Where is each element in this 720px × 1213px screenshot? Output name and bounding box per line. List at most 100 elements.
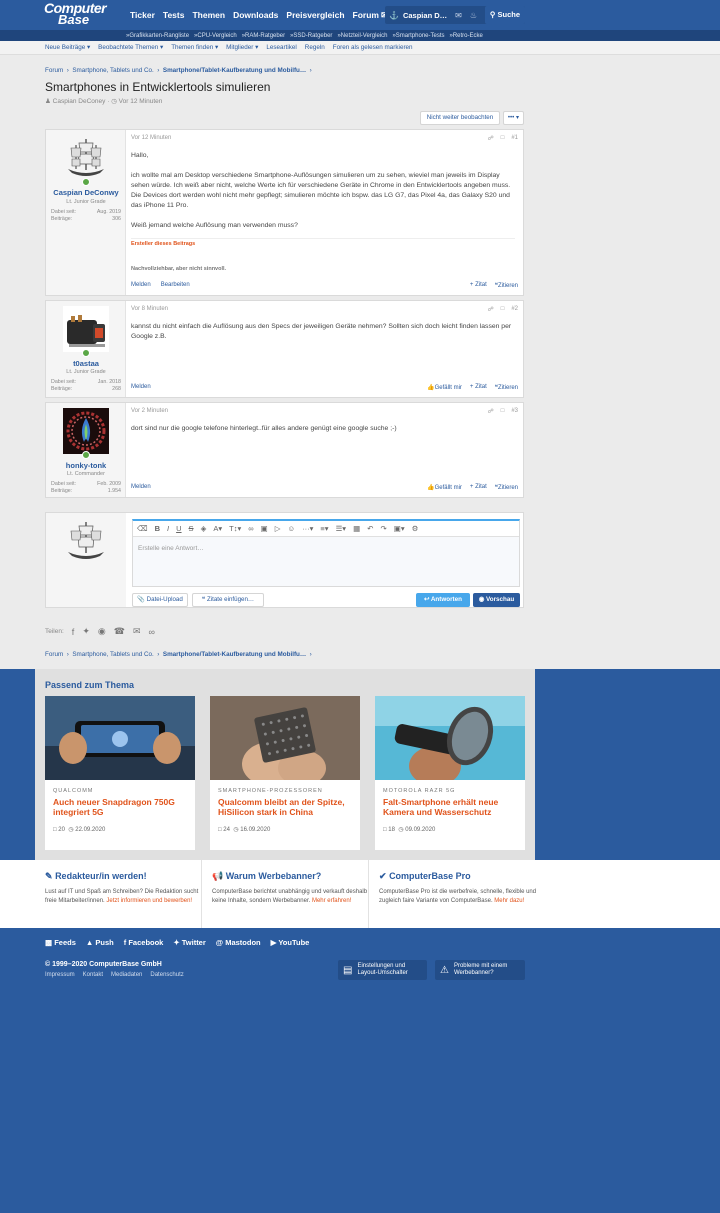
ship-avatar[interactable] bbox=[63, 135, 109, 181]
user-avatar-icon[interactable]: ⚓ bbox=[385, 11, 399, 20]
strikethrough-icon[interactable]: S bbox=[189, 524, 194, 533]
promo-pro-title[interactable]: ✔ ComputerBase Pro bbox=[379, 871, 471, 882]
post-1-username[interactable]: Caspian DeConwy bbox=[46, 188, 126, 197]
breadcrumb-subforum[interactable]: Smartphone/Tablet-Kaufberatung und Mobil… bbox=[163, 651, 306, 658]
quote-button[interactable]: + Zitat bbox=[470, 384, 487, 391]
email-icon[interactable]: ✉ bbox=[133, 626, 141, 637]
reddit-icon[interactable]: ◉ bbox=[98, 626, 106, 637]
related-card-1[interactable]: Qualcomm Auch neuer Snapdragon 750G inte… bbox=[45, 696, 195, 850]
card-1-title[interactable]: Auch neuer Snapdragon 750G integriert 5G bbox=[53, 797, 191, 817]
post-1-time[interactable]: Vor 12 Minuten bbox=[131, 135, 171, 141]
footer-impressum[interactable]: Impressum bbox=[45, 972, 75, 978]
secnav-members[interactable]: Mitglieder ▾ bbox=[226, 44, 258, 51]
like-button[interactable]: 👍Gefällt mir bbox=[427, 484, 462, 491]
file-upload-button[interactable]: 📎 Datei-Upload bbox=[132, 593, 188, 607]
secnav-new-posts[interactable]: Neue Beiträge ▾ bbox=[45, 44, 90, 51]
facebook-icon[interactable]: f bbox=[72, 627, 75, 637]
table-icon[interactable]: ▦ bbox=[353, 524, 360, 533]
footer-youtube[interactable]: ▶ YouTube bbox=[271, 938, 310, 947]
submit-reply-button[interactable]: ↩ Antworten bbox=[416, 593, 470, 607]
subnav-ssd[interactable]: »SSD-Ratgeber bbox=[290, 33, 332, 39]
preview-button[interactable]: ◉ Vorschau bbox=[473, 593, 520, 607]
bell-icon[interactable]: ♨ bbox=[466, 11, 481, 20]
like-button[interactable]: 👍Gefällt mir bbox=[427, 384, 462, 391]
redo-icon[interactable]: ↷ bbox=[380, 524, 386, 533]
promo-editor-title[interactable]: ✎ Redakteur/in werden! bbox=[45, 871, 147, 882]
quote-button[interactable]: + Zitat bbox=[470, 282, 487, 289]
link-icon[interactable]: ∞ bbox=[148, 627, 154, 637]
secnav-rules[interactable]: Regeln bbox=[305, 44, 325, 51]
logo[interactable]: Computer Base bbox=[44, 1, 122, 29]
color-icon[interactable]: ◈ bbox=[201, 524, 207, 533]
thread-tools-button[interactable]: ••• ▾ bbox=[503, 111, 524, 125]
ad-problem-button[interactable]: ⚠ Probleme mit einem Werbebanner? bbox=[435, 960, 525, 980]
subnav-gpu[interactable]: »Grafikkarten-Rangliste bbox=[126, 33, 189, 39]
footer-feeds[interactable]: ▩ Feeds bbox=[45, 938, 76, 947]
underline-icon[interactable]: U bbox=[176, 524, 181, 533]
reply-input[interactable]: Erstelle eine Antwort… bbox=[138, 545, 204, 552]
reply-button[interactable]: ❝Zitieren bbox=[495, 282, 518, 289]
subnav-ram[interactable]: »RAM-Ratgeber bbox=[242, 33, 285, 39]
secnav-find-threads[interactable]: Themen finden ▾ bbox=[171, 44, 218, 51]
post-3-number[interactable]: #3 bbox=[511, 408, 518, 415]
subnav-psu[interactable]: »Netzteil-Vergleich bbox=[337, 33, 387, 39]
subnav-retro[interactable]: »Retro-Ecke bbox=[450, 33, 483, 39]
insert-quotes-button[interactable]: ❝ Zitate einfügen… bbox=[192, 593, 264, 607]
quote-button[interactable]: + Zitat bbox=[470, 484, 487, 491]
share-icon[interactable]: ☍ bbox=[488, 135, 494, 142]
share-icon[interactable]: ☍ bbox=[488, 306, 494, 313]
footer-kontakt[interactable]: Kontakt bbox=[83, 972, 103, 978]
footer-push[interactable]: ▲ Push bbox=[86, 938, 114, 947]
report-button[interactable]: Melden bbox=[131, 282, 151, 289]
more-icon[interactable]: ···▾ bbox=[302, 524, 313, 533]
thread-author[interactable]: Caspian DeConey bbox=[53, 98, 106, 105]
nav-preisvergleich[interactable]: Preisvergleich bbox=[286, 10, 344, 20]
bookmark-icon[interactable]: □ bbox=[501, 306, 505, 313]
secnav-mark-read[interactable]: Foren als gelesen markieren bbox=[333, 44, 413, 51]
nav-ticker[interactable]: Ticker bbox=[130, 10, 155, 20]
undo-icon[interactable]: ↶ bbox=[367, 524, 373, 533]
eraser-icon[interactable]: ⌫ bbox=[137, 524, 148, 533]
link-icon[interactable]: ∞ bbox=[248, 524, 253, 533]
report-button[interactable]: Melden bbox=[131, 384, 151, 391]
related-card-2[interactable]: Smartphone-Prozessoren Qualcomm bleibt a… bbox=[210, 696, 360, 850]
italic-icon[interactable]: I bbox=[167, 524, 169, 533]
mail-icon[interactable]: ✉ bbox=[451, 11, 466, 20]
post-3-time[interactable]: Vor 2 Minuten bbox=[131, 408, 168, 414]
nav-themen[interactable]: Themen bbox=[192, 10, 225, 20]
promo-pro-link[interactable]: Mehr dazu! bbox=[494, 898, 524, 904]
nav-forum[interactable]: Forum bbox=[353, 10, 379, 20]
list-icon[interactable]: ☰▾ bbox=[336, 524, 347, 533]
whatsapp-icon[interactable]: ☎ bbox=[114, 626, 125, 637]
nav-downloads[interactable]: Downloads bbox=[233, 10, 278, 20]
related-card-3[interactable]: Motorola Razr 5G Falt-Smartphone erhält … bbox=[375, 696, 525, 850]
promo-ads-title[interactable]: 📢 Warum Werbebanner? bbox=[212, 871, 321, 882]
font-size-icon[interactable]: T↕▾ bbox=[229, 524, 241, 533]
post-1-number[interactable]: #1 bbox=[511, 135, 518, 142]
bold-icon[interactable]: B bbox=[155, 524, 160, 533]
subnav-smartphone[interactable]: »Smartphone-Tests bbox=[392, 33, 444, 39]
bookmark-icon[interactable]: □ bbox=[501, 408, 505, 415]
promo-ads-link[interactable]: Mehr erfahren! bbox=[312, 898, 351, 904]
media-icon[interactable]: ▷ bbox=[275, 524, 281, 533]
footer-facebook[interactable]: f Facebook bbox=[124, 938, 164, 947]
footer-mediadaten[interactable]: Mediadaten bbox=[111, 972, 142, 978]
bookmark-icon[interactable]: □ bbox=[501, 135, 505, 142]
footer-datenschutz[interactable]: Datenschutz bbox=[150, 972, 183, 978]
post-2-username[interactable]: t0astaa bbox=[46, 359, 126, 368]
settings-layout-button[interactable]: ▤ Einstellungen und Layout-Umschalter bbox=[338, 960, 427, 980]
footer-mastodon[interactable]: @ Mastodon bbox=[216, 938, 261, 947]
breadcrumb-forum[interactable]: Forum bbox=[45, 67, 63, 74]
search-button[interactable]: ⚲ Suche bbox=[484, 6, 525, 24]
card-3-title[interactable]: Falt-Smartphone erhält neue Kamera und W… bbox=[383, 797, 521, 817]
nav-tests[interactable]: Tests bbox=[163, 10, 185, 20]
gear-icon[interactable]: ⚙ bbox=[412, 524, 419, 533]
post-2-number[interactable]: #2 bbox=[511, 306, 518, 313]
unwatch-button[interactable]: Nicht weiter beobachten bbox=[420, 111, 500, 125]
toaster-avatar[interactable] bbox=[63, 306, 109, 352]
footer-twitter[interactable]: ✦ Twitter bbox=[173, 938, 205, 947]
breadcrumb-forum[interactable]: Forum bbox=[45, 651, 63, 658]
smiley-icon[interactable]: ☺ bbox=[287, 524, 295, 533]
align-icon[interactable]: ≡▾ bbox=[320, 524, 328, 533]
image-icon[interactable]: ▣ bbox=[261, 524, 268, 533]
